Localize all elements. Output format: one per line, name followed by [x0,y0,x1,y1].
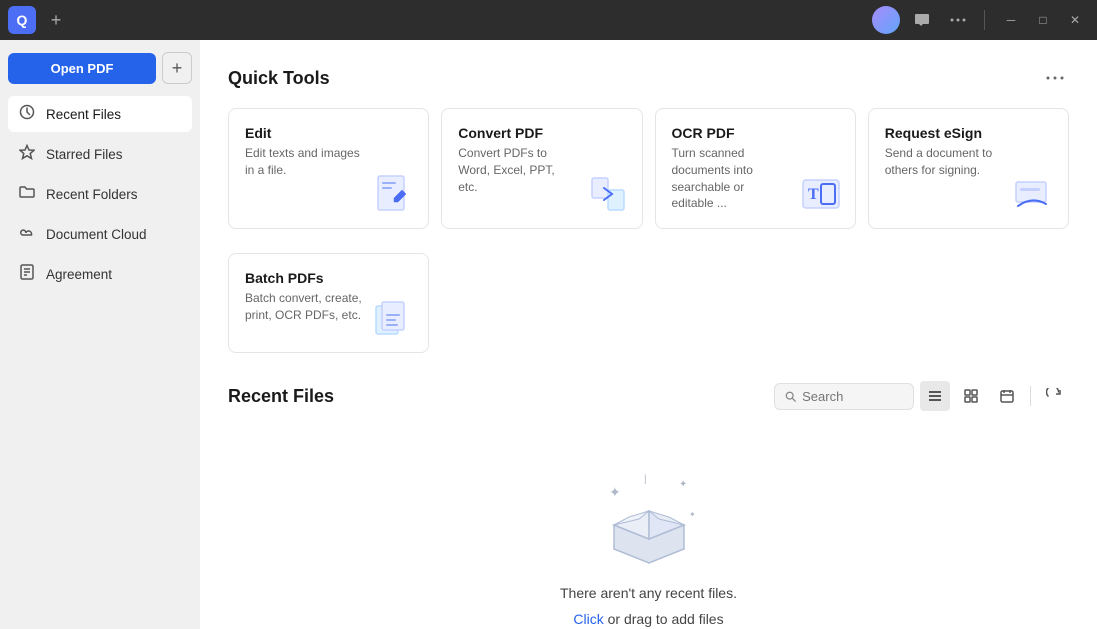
batch-icon [372,296,416,340]
sidebar: Open PDF + Recent Files Starred Files Re… [0,40,200,629]
svg-text:✦: ✦ [689,510,696,519]
search-box[interactable] [774,383,914,410]
sidebar-item-label: Agreement [46,267,112,282]
open-pdf-button[interactable]: Open PDF [8,53,156,84]
chat-icon-button[interactable] [908,6,936,34]
tool-card-title: Convert PDF [458,125,625,141]
minimize-button[interactable]: ─ [997,6,1025,34]
sidebar-item-label: Recent Folders [46,187,138,202]
starred-files-icon [18,144,36,164]
more-options-button[interactable] [944,6,972,34]
sidebar-item-label: Starred Files [46,147,123,162]
recent-files-title: Recent Files [228,386,334,407]
calendar-icon [999,388,1015,404]
window-controls: ─ □ ✕ [997,6,1089,34]
more-icon [1046,76,1064,80]
tool-card-request-esign[interactable]: Request eSign Send a document to others … [868,108,1069,229]
empty-state: ✦ ✦ ✦ | There aren't any recent files. C… [228,427,1069,629]
title-bar-right: ─ □ ✕ [872,6,1089,34]
tool-card-ocr-pdf[interactable]: OCR PDF Turn scanned documents into sear… [655,108,856,229]
tool-card-desc: Turn scanned documents into searchable o… [672,145,789,212]
recent-files-header: Recent Files [228,381,1069,411]
tools-grid: Edit Edit texts and images in a file. Co… [228,108,1069,229]
sidebar-item-starred-files[interactable]: Starred Files [8,136,192,172]
main-layout: Open PDF + Recent Files Starred Files Re… [0,40,1097,629]
sidebar-item-recent-folders[interactable]: Recent Folders [8,176,192,212]
tool-card-title: OCR PDF [672,125,839,141]
tool-card-desc: Batch convert, create, print, OCR PDFs, … [245,290,362,324]
sidebar-item-label: Recent Files [46,107,121,122]
svg-text:✦: ✦ [609,484,621,500]
tool-card-desc: Send a document to others for signing. [885,145,1002,179]
add-button[interactable]: + [162,52,192,84]
recent-folders-icon [18,184,36,204]
svg-text:T: T [808,186,819,203]
tool-card-edit[interactable]: Edit Edit texts and images in a file. [228,108,429,229]
grid-view-icon [963,388,979,404]
tools-grid-row2: Batch PDFs Batch convert, create, print,… [228,253,1069,353]
search-input[interactable] [802,389,903,404]
calendar-view-button[interactable] [992,381,1022,411]
tool-card-batch-pdfs[interactable]: Batch PDFs Batch convert, create, print,… [228,253,429,353]
tool-card-desc: Edit texts and images in a file. [245,145,362,179]
avatar[interactable] [872,6,900,34]
content-area: Quick Tools Edit Edit texts and images i… [200,40,1097,629]
quick-tools-header: Quick Tools [228,64,1069,92]
tool-card-desc: Convert PDFs to Word, Excel, PPT, etc. [458,145,575,195]
suffix-text: to add files [652,611,724,627]
tool-card-title: Request eSign [885,125,1052,141]
empty-add-text: Click or drag to add files [573,611,723,627]
tool-card-convert-pdf[interactable]: Convert PDF Convert PDFs to Word, Excel,… [441,108,642,229]
edit-icon [372,172,416,216]
divider [1030,386,1031,406]
agreement-icon [18,264,36,284]
recent-tools [774,381,1069,411]
list-view-button[interactable] [920,381,950,411]
tool-card-title: Batch PDFs [245,270,412,286]
esign-icon [1012,172,1056,216]
refresh-button[interactable] [1039,381,1069,411]
convert-icon [586,172,630,216]
more-dots-icon [950,18,966,22]
tool-card-title: Edit [245,125,412,141]
quick-tools-more-button[interactable] [1041,64,1069,92]
close-button[interactable]: ✕ [1061,6,1089,34]
app-logo: Q [8,6,36,34]
chat-icon [914,12,930,28]
maximize-button[interactable]: □ [1029,6,1057,34]
sidebar-item-agreement[interactable]: Agreement [8,256,192,292]
document-cloud-icon [18,224,36,244]
svg-text:✦: ✦ [679,479,687,490]
empty-message: There aren't any recent files. [560,585,737,601]
quick-tools-title: Quick Tools [228,68,330,89]
sidebar-item-label: Document Cloud [46,227,147,242]
divider [984,10,985,30]
or-drag-text: or drag [604,611,652,627]
refresh-icon [1046,388,1062,404]
sidebar-button-row: Open PDF + [8,52,192,84]
search-icon [785,390,796,403]
sidebar-item-recent-files[interactable]: Recent Files [8,96,192,132]
new-tab-button[interactable]: + [44,8,68,32]
empty-box-icon: ✦ ✦ ✦ | [589,467,709,567]
click-link[interactable]: Click [573,611,603,627]
ocr-icon: T [799,172,843,216]
list-view-icon [927,388,943,404]
grid-view-button[interactable] [956,381,986,411]
sidebar-item-document-cloud[interactable]: Document Cloud [8,216,192,252]
title-bar-left: Q + [8,6,68,34]
recent-files-icon [18,104,36,124]
svg-text:|: | [644,474,647,485]
title-bar: Q + ─ □ ✕ [0,0,1097,40]
